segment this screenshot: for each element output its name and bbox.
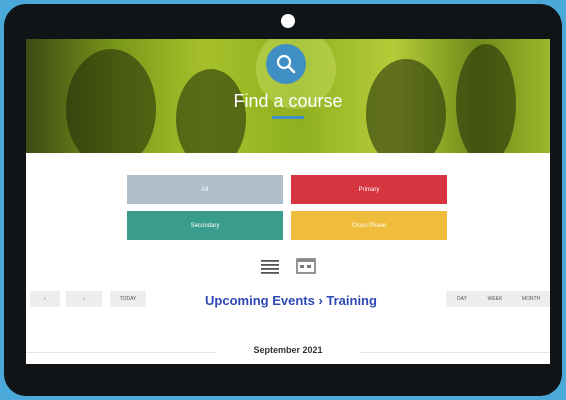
week-view-button[interactable]: WEEK: [478, 291, 512, 307]
hero-banner: Find a course: [26, 39, 550, 153]
calendar-title: Upcoming Events › Training: [205, 293, 377, 308]
day-view-button[interactable]: DAY: [446, 291, 478, 307]
category-cross-phase-button[interactable]: Cross Phase: [291, 211, 447, 240]
today-button[interactable]: TODAY: [110, 291, 146, 307]
list-view-icon[interactable]: [259, 256, 281, 276]
calendar-view-icon[interactable]: [295, 256, 317, 276]
category-primary-button[interactable]: Primary: [291, 175, 447, 204]
tablet-frame: Find a course All Primary Secondary Cros…: [4, 4, 562, 396]
next-button[interactable]: ›: [66, 291, 102, 307]
month-view-button[interactable]: MONTH: [512, 291, 550, 307]
screen: Find a course All Primary Secondary Cros…: [26, 39, 550, 364]
category-all-button[interactable]: All: [127, 175, 283, 204]
category-secondary-button[interactable]: Secondary: [127, 211, 283, 240]
prev-button[interactable]: ‹: [30, 291, 60, 307]
month-label: September 2021: [253, 345, 323, 355]
title-underline: [272, 116, 304, 119]
page-title: Find a course: [233, 91, 343, 111]
search-icon[interactable]: [266, 44, 306, 84]
camera-dot: [281, 14, 295, 28]
